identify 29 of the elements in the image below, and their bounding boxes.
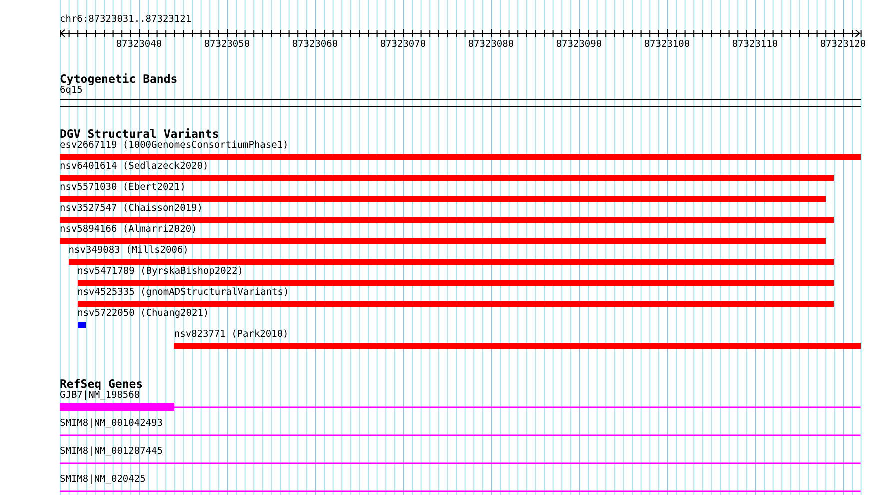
gene-label: GJB7|NM_198568 xyxy=(60,390,140,401)
gene-feature[interactable] xyxy=(60,403,861,411)
variant-label: nsv5471789 (ByrskaBishop2022) xyxy=(78,266,244,277)
tick-label: 87323090 xyxy=(556,39,602,50)
variant-label: esv2667119 (1000GenomesConsortiumPhase1) xyxy=(60,140,289,151)
gene-label: SMIM8|NM_001287445 xyxy=(60,446,163,457)
tick-label: 87323100 xyxy=(644,39,690,50)
tick-label: 87323060 xyxy=(292,39,338,50)
track-title: RefSeq Genes xyxy=(60,378,144,390)
variant-label: nsv5722050 (Chuang2021) xyxy=(78,308,210,319)
variant-label: nsv3527547 (Chaisson2019) xyxy=(60,203,203,214)
band-label: 6q15 xyxy=(60,85,83,96)
variant-label: nsv823771 (Park2010) xyxy=(174,329,289,340)
region-label: chr6:87323031..87323121 xyxy=(60,14,192,26)
tick-label: 87323120 xyxy=(820,39,866,50)
variant-label: nsv349083 (Mills2006) xyxy=(68,245,189,256)
tick-label: 87323040 xyxy=(116,39,162,50)
track-title: Cytogenetic Bands xyxy=(60,73,178,85)
tick-label: 87323070 xyxy=(380,39,426,50)
tick-label: 87323050 xyxy=(204,39,250,50)
variant-label: nsv5571030 (Ebert2021) xyxy=(60,182,186,193)
variant-label: nsv6401614 (Sedlazeck2020) xyxy=(60,161,209,172)
tick-label: 87323110 xyxy=(732,39,778,50)
tick-label: 87323080 xyxy=(468,39,514,50)
gene-label: SMIM8|NM_020425 xyxy=(60,474,146,485)
gene-label: SMIM8|NM_001042493 xyxy=(60,418,163,429)
variant-label: nsv5894166 (Almarri2020) xyxy=(60,224,198,235)
variant-label: nsv4525335 (gnomADStructuralVariants) xyxy=(78,287,290,298)
track-title: DGV Structural Variants xyxy=(60,128,220,140)
